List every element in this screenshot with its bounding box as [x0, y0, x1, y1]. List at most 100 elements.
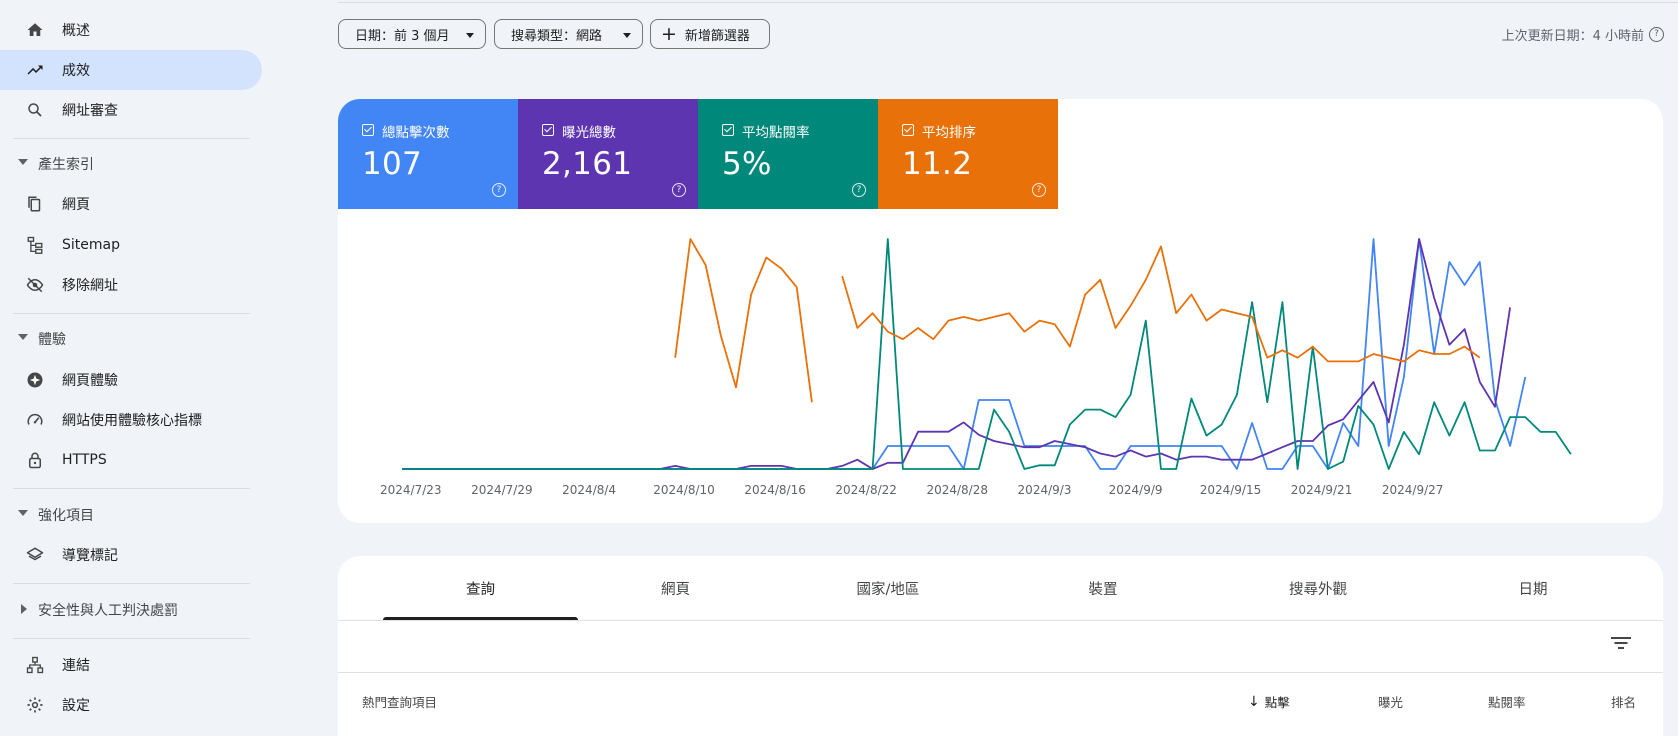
chevron-down-icon	[18, 510, 28, 516]
add-filter-label: 新增篩選器	[684, 28, 750, 44]
performance-chart[interactable]: 2024/7/23 2024/7/29 2024/8/4 2024/8/10 2024/…	[338, 219, 1663, 519]
sidebar-item-settings[interactable]: 設定	[0, 685, 262, 725]
column-header-position[interactable]: 排名	[1611, 692, 1636, 711]
sidebar-item-overview[interactable]: 概述	[0, 10, 262, 50]
checkbox-checked-icon[interactable]	[542, 124, 554, 136]
filter-rows-icon[interactable]	[1611, 635, 1631, 651]
series-line	[841, 245, 1481, 363]
metric-value: 11.2	[902, 146, 973, 182]
checkbox-checked-icon[interactable]	[362, 124, 374, 136]
sidebar-divider	[13, 488, 250, 489]
section-label: 強化項目	[38, 508, 94, 524]
sidebar-item-label: Sitemap	[62, 237, 120, 253]
sidebar-item-core-web-vitals[interactable]: 網站使用體驗核心指標	[0, 400, 262, 440]
sidebar-item-label: 網頁	[62, 197, 90, 213]
x-tick-label: 2024/9/27	[1382, 483, 1444, 497]
sidebar-divider	[13, 583, 250, 584]
tab-devices[interactable]: 裝置	[1003, 556, 1203, 620]
help-icon[interactable]: ?	[1649, 27, 1664, 42]
search-type-filter-chip[interactable]: 搜尋類型：網路	[494, 19, 643, 49]
lock-icon	[25, 450, 45, 470]
sidebar-item-page-experience[interactable]: 網頁體驗	[0, 360, 262, 400]
add-filter-button[interactable]: + 新增篩選器	[650, 19, 770, 49]
eye-off-icon	[25, 275, 45, 295]
x-tick-label: 2024/9/3	[1018, 483, 1072, 497]
column-header-query[interactable]: 熱門查詢項目	[362, 692, 437, 711]
dropdown-arrow-icon	[623, 33, 631, 38]
home-icon	[25, 20, 45, 40]
section-enhancements[interactable]: 強化項目	[0, 499, 262, 531]
section-indexing[interactable]: 產生索引	[0, 148, 262, 180]
section-security-manual-actions[interactable]: 安全性與人工判決處罰	[0, 594, 262, 626]
help-icon[interactable]: ?	[672, 183, 686, 197]
section-label: 體驗	[38, 332, 66, 348]
tab-label: 國家/地區	[856, 581, 920, 598]
series-line	[674, 238, 813, 403]
tab-label: 網頁	[661, 581, 690, 598]
series-line	[402, 238, 1527, 470]
last-updated-text: 上次更新日期：4 小時前	[1501, 29, 1644, 44]
tab-queries[interactable]: 查詢	[383, 556, 578, 620]
x-tick-label: 2024/9/9	[1109, 483, 1163, 497]
sidebar-item-sitemap[interactable]: Sitemap	[0, 225, 262, 265]
metric-total-clicks[interactable]: 總點擊次數 107 ?	[338, 99, 518, 209]
date-filter-label: 日期：前 3 個月	[355, 28, 450, 44]
sidebar-item-pages[interactable]: 網頁	[0, 184, 262, 224]
sidebar-divider	[13, 638, 250, 639]
page-experience-icon	[25, 370, 45, 390]
date-filter-chip[interactable]: 日期：前 3 個月	[338, 19, 486, 49]
column-header-impressions[interactable]: 曝光	[1378, 692, 1403, 711]
metric-total-impressions[interactable]: 曝光總數 2,161 ?	[518, 99, 698, 209]
x-tick-label: 2024/7/23	[380, 483, 442, 497]
metric-value: 2,161	[542, 146, 633, 182]
last-updated: 上次更新日期：4 小時前 ?	[1502, 25, 1664, 44]
report-table-card: 查詢 網頁 國家/地區 裝置 搜尋外觀 日期 熱門查詢項目 ↓ 點擊 曝光 點閱…	[338, 556, 1663, 736]
sidebar-item-https[interactable]: HTTPS	[0, 440, 262, 480]
sidebar-item-breadcrumbs[interactable]: 導覽標記	[0, 535, 262, 575]
tab-dates[interactable]: 日期	[1433, 556, 1633, 620]
layers-icon	[25, 545, 45, 565]
sidebar-item-label: 網頁體驗	[62, 373, 118, 389]
sidebar-item-label: 網址審查	[62, 103, 118, 119]
tab-search-appearance[interactable]: 搜尋外觀	[1203, 556, 1433, 620]
x-tick-label: 2024/9/15	[1200, 483, 1262, 497]
help-icon[interactable]: ?	[1032, 183, 1046, 197]
tab-label: 裝置	[1088, 581, 1118, 598]
sidebar-item-label: 網站使用體驗核心指標	[62, 413, 202, 429]
column-header-clicks[interactable]: ↓ 點擊	[1248, 692, 1290, 711]
speedometer-icon	[25, 410, 45, 430]
series-line	[402, 238, 1511, 470]
sitemap-icon	[25, 235, 45, 255]
x-tick-label: 2024/9/21	[1291, 483, 1353, 497]
checkbox-checked-icon[interactable]	[902, 124, 914, 136]
tab-pages[interactable]: 網頁	[578, 556, 773, 620]
metric-average-position[interactable]: 平均排序 11.2 ?	[878, 99, 1058, 209]
sidebar-item-performance[interactable]: 成效	[0, 50, 262, 90]
sidebar-item-links[interactable]: 連結	[0, 645, 262, 685]
x-tick-label: 2024/8/28	[926, 483, 988, 497]
tab-divider	[338, 620, 1663, 621]
x-tick-label: 2024/8/10	[653, 483, 715, 497]
search-type-filter-label: 搜尋類型：網路	[511, 28, 603, 44]
tab-countries[interactable]: 國家/地區	[773, 556, 1003, 620]
section-experience[interactable]: 體驗	[0, 323, 262, 355]
sidebar-divider	[13, 313, 250, 314]
performance-card: 總點擊次數 107 ? 曝光總數 2,161 ? 平均點閱率 5% ? 平均排序…	[338, 99, 1663, 523]
help-icon[interactable]: ?	[852, 183, 866, 197]
metric-average-ctr[interactable]: 平均點閱率 5% ?	[698, 99, 878, 209]
column-header-ctr[interactable]: 點閱率	[1488, 692, 1526, 711]
help-icon[interactable]: ?	[492, 183, 506, 197]
sidebar-item-label: HTTPS	[62, 452, 107, 468]
links-icon	[25, 655, 45, 675]
x-tick-label: 2024/7/29	[471, 483, 533, 497]
sidebar-item-removals[interactable]: 移除網址	[0, 265, 262, 305]
checkbox-checked-icon[interactable]	[722, 124, 734, 136]
sidebar-item-label: 導覽標記	[62, 548, 118, 564]
sidebar-item-url-inspection[interactable]: 網址審查	[0, 90, 262, 130]
sidebar-item-label: 移除網址	[62, 278, 118, 294]
arrow-down-icon: ↓	[1248, 693, 1260, 710]
sidebar-item-label: 概述	[62, 23, 90, 39]
dropdown-arrow-icon	[466, 33, 474, 38]
sidebar-item-label: 成效	[62, 63, 90, 79]
metric-value: 107	[362, 146, 423, 182]
